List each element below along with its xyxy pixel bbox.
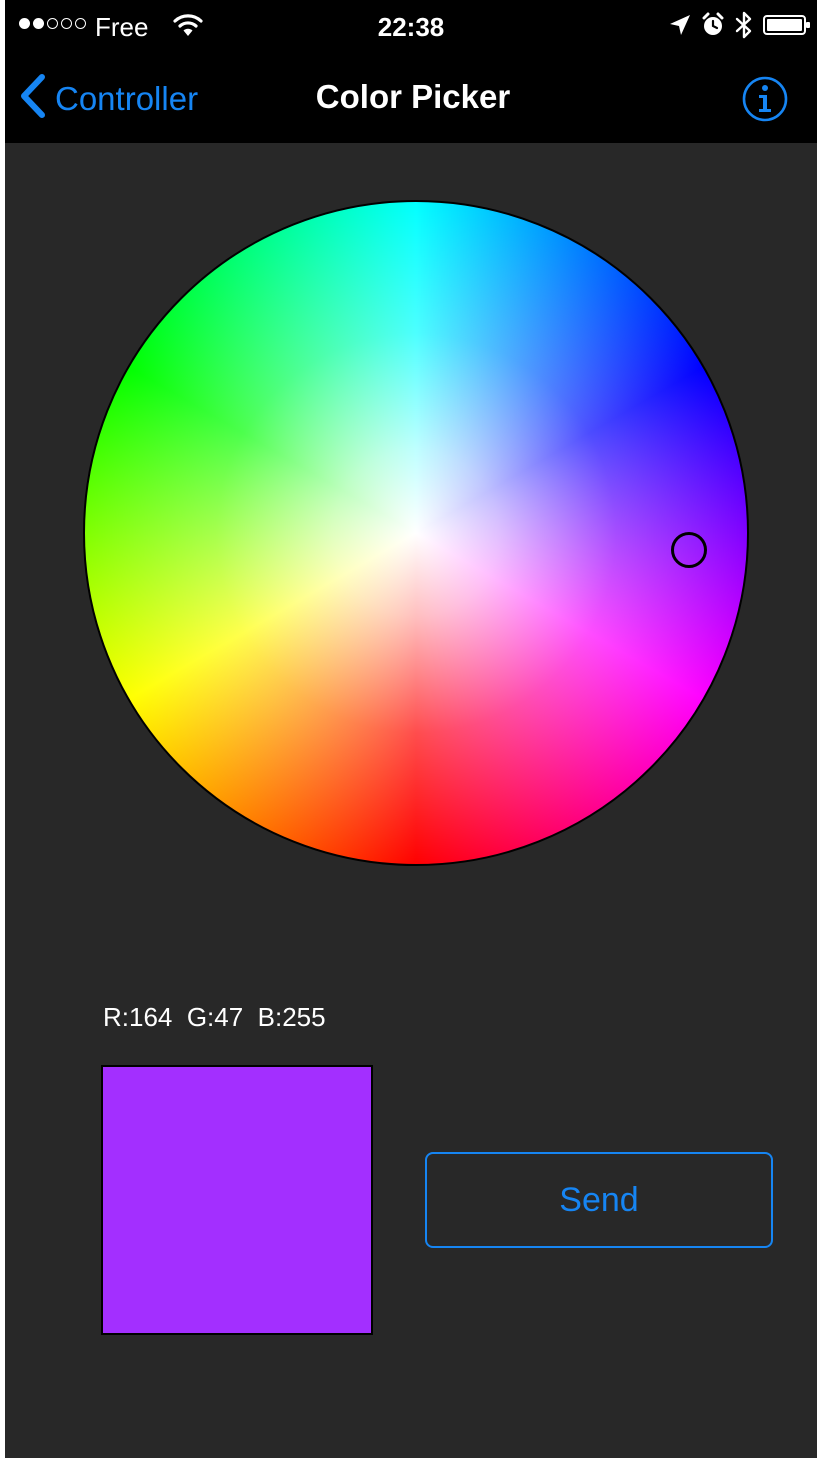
send-button[interactable]: Send — [425, 1152, 773, 1248]
rgb-value-readout: R:164 G:47 B:255 — [103, 1002, 326, 1032]
page-title: Color Picker — [315, 78, 511, 115]
status-icons — [669, 10, 811, 40]
back-button[interactable]: Controller — [19, 74, 198, 123]
status-bar: Free 22:38 — [5, 0, 817, 56]
info-button[interactable] — [742, 76, 788, 122]
battery-icon — [763, 14, 811, 36]
color-wheel-selector-handle[interactable] — [671, 532, 707, 568]
color-wheel[interactable] — [83, 200, 749, 866]
info-icon — [742, 76, 788, 126]
alarm-icon — [701, 12, 725, 38]
bluetooth-icon — [735, 10, 753, 40]
chevron-left-icon — [19, 74, 47, 123]
navigation-bar: Controller Color Picker — [5, 56, 817, 143]
location-arrow-icon — [669, 14, 691, 36]
selected-color-swatch — [101, 1065, 373, 1335]
color-picker-screen: Free 22:38 Controller Color Picker R:164… — [5, 0, 817, 1458]
color-wheel-hue-ring[interactable] — [83, 200, 749, 866]
back-button-label: Controller — [55, 79, 199, 117]
top-bar: Free 22:38 Controller Color Picker — [5, 0, 817, 143]
